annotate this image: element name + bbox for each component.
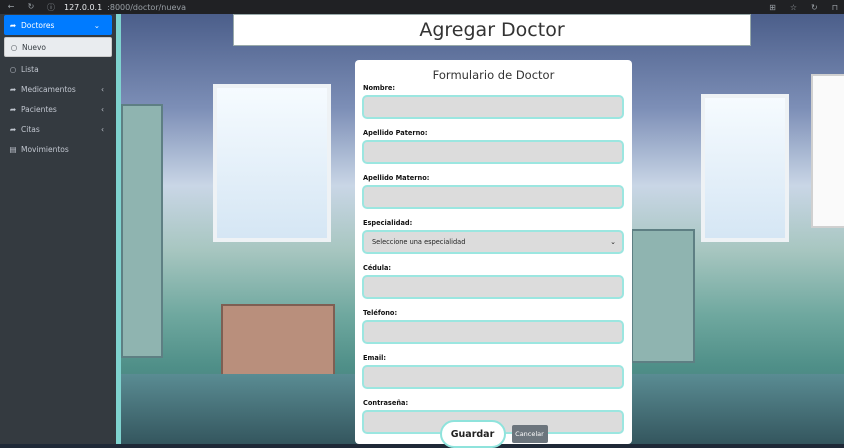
field-group-nombre: Nombre: — [361, 84, 626, 119]
doctor-form: Formulario de Doctor Nombre: Apellido Pa… — [355, 60, 632, 448]
info-icon[interactable]: ⓘ — [46, 2, 56, 13]
especialidad-select[interactable]: Seleccione una especialidad ⌄ — [362, 230, 624, 254]
share-arrow-icon: ➦ — [9, 124, 17, 134]
reload-secondary-icon[interactable]: ↻ — [811, 3, 818, 12]
circle-icon: ○ — [10, 42, 18, 52]
sidebar-item-label: Doctores — [21, 20, 55, 30]
especialidad-selected-value: Seleccione una especialidad — [372, 238, 466, 246]
field-group-apellido-materno: Apellido Materno: — [361, 174, 626, 209]
apellido-paterno-label: Apellido Paterno: — [363, 129, 428, 137]
sidebar-item-medicamentos[interactable]: ➦ Medicamentos ‹ — [0, 79, 116, 99]
page-title: Agregar Doctor — [233, 14, 751, 46]
sidebar-item-citas[interactable]: ➦ Citas ‹ — [0, 119, 116, 139]
back-icon[interactable]: ← — [6, 2, 16, 13]
share-arrow-icon: ➦ — [9, 104, 17, 114]
sidebar-item-label: Lista — [21, 64, 39, 74]
sidebar-item-label: Pacientes — [21, 104, 57, 114]
email-label: Email: — [363, 354, 386, 362]
document-icon: ▤ — [9, 144, 17, 154]
browser-toolbar: ← ↻ ⓘ 127.0.0.1:8000/doctor/nueva ⊞ ☆ ↻ … — [0, 0, 844, 14]
sidebar-item-lista[interactable]: ○ Lista — [0, 59, 116, 79]
extensions-icon[interactable]: ⊞ — [769, 3, 776, 12]
chevron-left-icon: ‹ — [101, 124, 104, 134]
telefono-input[interactable] — [362, 320, 624, 344]
star-icon[interactable]: ☆ — [790, 3, 797, 12]
chevron-left-icon: ‹ — [101, 104, 104, 114]
especialidad-label: Especialidad: — [363, 219, 413, 227]
sidebar-item-label: Nuevo — [22, 42, 47, 52]
address-bar[interactable]: 127.0.0.1 :8000/doctor/nueva — [64, 3, 186, 12]
nombre-input[interactable] — [362, 95, 624, 119]
email-input[interactable] — [362, 365, 624, 389]
field-group-cedula: Cédula: — [361, 264, 626, 299]
url-path: :8000/doctor/nueva — [107, 2, 187, 12]
background-window-left — [213, 84, 331, 242]
telefono-label: Teléfono: — [363, 309, 398, 317]
share-arrow-icon: ➦ — [9, 84, 17, 94]
share-arrow-icon: ➦ — [9, 20, 17, 30]
apellido-materno-input[interactable] — [362, 185, 624, 209]
background-cabinet-right — [631, 229, 695, 363]
field-group-telefono: Teléfono: — [361, 309, 626, 344]
background-bed — [221, 304, 335, 378]
reload-icon[interactable]: ↻ — [26, 2, 36, 13]
background-eye-chart — [811, 74, 844, 228]
bookmark-icon[interactable]: ⊓ — [832, 3, 838, 12]
cancel-button[interactable]: Cancelar — [511, 425, 548, 443]
sidebar-item-nuevo[interactable]: ○ Nuevo — [4, 37, 112, 57]
sidebar-item-movimientos[interactable]: ▤ Movimientos — [0, 139, 116, 159]
sidebar-item-label: Medicamentos — [21, 84, 76, 94]
cedula-input[interactable] — [362, 275, 624, 299]
chevron-left-icon: ‹ — [101, 84, 104, 94]
field-group-apellido-paterno: Apellido Paterno: — [361, 129, 626, 164]
circle-icon: ○ — [9, 64, 17, 74]
form-title: Formulario de Doctor — [432, 68, 555, 82]
contrasena-label: Contraseña: — [363, 399, 409, 407]
field-group-especialidad: Especialidad: Seleccione una especialida… — [361, 219, 626, 254]
chevron-down-icon: ⌄ — [93, 20, 100, 30]
cedula-label: Cédula: — [363, 264, 392, 272]
background-window-right — [701, 94, 789, 242]
sidebar-item-label: Movimientos — [21, 144, 69, 154]
sidebar: ➦ Doctores ⌄ ○ Nuevo ○ Lista ➦ Medicamen… — [0, 14, 116, 444]
url-host: 127.0.0.1 — [64, 2, 103, 12]
apellido-paterno-input[interactable] — [362, 140, 624, 164]
apellido-materno-label: Apellido Materno: — [363, 174, 430, 182]
sidebar-item-doctores[interactable]: ➦ Doctores ⌄ — [4, 15, 112, 35]
field-group-email: Email: — [361, 354, 626, 389]
chevron-down-icon: ⌄ — [610, 238, 616, 246]
sidebar-item-label: Citas — [21, 124, 40, 134]
nombre-label: Nombre: — [363, 84, 395, 92]
background-cabinet-left — [121, 104, 163, 358]
sidebar-item-pacientes[interactable]: ➦ Pacientes ‹ — [0, 99, 116, 119]
